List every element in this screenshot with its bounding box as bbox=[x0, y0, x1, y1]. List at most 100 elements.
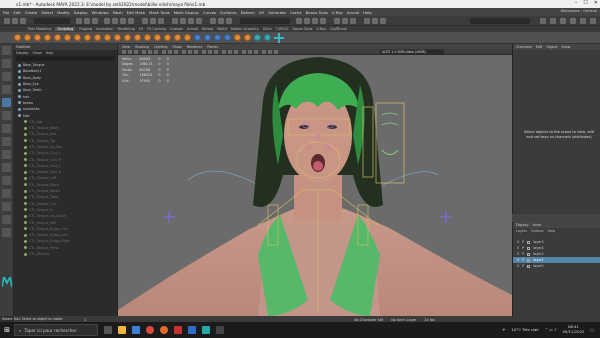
outliner-menu-help[interactable]: Help bbox=[46, 51, 54, 55]
layer-playback-toggle[interactable]: P bbox=[522, 264, 524, 268]
select-tool-icon[interactable] bbox=[2, 46, 11, 55]
channel-box-tab-show[interactable]: Show bbox=[561, 45, 570, 49]
menu-curves[interactable]: Curves bbox=[203, 10, 216, 15]
four-view-icon[interactable] bbox=[2, 150, 11, 159]
invert-freeze-icon[interactable] bbox=[214, 34, 221, 41]
shelf-tab-poly-modeling[interactable]: Poly Modeling bbox=[28, 27, 51, 31]
color-space-label[interactable]: ACES 1.0 SDR-video (sRGB) bbox=[382, 50, 426, 54]
menu-v-ray[interactable]: V-Ray bbox=[332, 10, 343, 15]
outliner-list[interactable]: Base_Tongue BaseBody1 Base_Body Base_Eye Bas… bbox=[14, 62, 117, 257]
menu-windows[interactable]: Windows bbox=[92, 10, 109, 15]
shelf-tab-rigging[interactable]: Rigging bbox=[79, 27, 92, 31]
grab-tool-icon[interactable] bbox=[44, 34, 51, 41]
shelf-tab-bonus-tools[interactable]: Bonus Tools bbox=[293, 27, 313, 31]
smear-tool-icon[interactable] bbox=[154, 34, 161, 41]
shelf-tab-turtle[interactable]: TURTLE bbox=[276, 27, 289, 31]
convert-to-frozen-icon[interactable] bbox=[194, 34, 201, 41]
layer-menu-options[interactable]: Options bbox=[531, 229, 544, 233]
layer-menu-layers[interactable]: Layers bbox=[516, 229, 527, 233]
shelf-tab-fx[interactable]: FX bbox=[139, 27, 143, 31]
wax-tool-icon[interactable] bbox=[114, 34, 121, 41]
menu-bonus-tools[interactable]: Bonus Tools bbox=[306, 10, 328, 15]
unfreeze-all-icon[interactable] bbox=[204, 34, 211, 41]
blend-tool-icon[interactable] bbox=[234, 34, 241, 41]
minimize-icon[interactable]: – bbox=[575, 0, 578, 6]
menu-modify[interactable]: Modify bbox=[57, 10, 70, 15]
freeze-tool-icon[interactable] bbox=[184, 34, 191, 41]
layer-tab-display[interactable]: Display bbox=[516, 223, 529, 227]
layer-list[interactable]: V Player3 V Player4 V Player2 V Player1 V Player5 bbox=[513, 239, 600, 269]
menu-arnold[interactable]: Arnold bbox=[347, 10, 359, 15]
single-view-icon[interactable] bbox=[2, 137, 11, 146]
maya-taskbar-icon[interactable] bbox=[202, 326, 210, 334]
viewport-menu-show[interactable]: Show bbox=[173, 45, 182, 49]
workspace-dropdown[interactable]: Workspace : General bbox=[561, 9, 597, 13]
menu-edit[interactable]: Edit bbox=[13, 10, 20, 15]
menu-file[interactable]: File bbox=[3, 10, 9, 15]
shelf-tab-custom[interactable]: Custom bbox=[170, 27, 183, 31]
menu-uv[interactable]: UV bbox=[259, 10, 264, 15]
menu-surfaces[interactable]: Surfaces bbox=[220, 10, 236, 15]
layer-color-swatch[interactable] bbox=[527, 240, 531, 244]
taskbar-search-input[interactable]: ⌕ Taper ici pour rechercher bbox=[14, 324, 98, 336]
layer-row[interactable]: V Player5 bbox=[513, 263, 600, 269]
layer-visibility-toggle[interactable]: V bbox=[517, 258, 519, 262]
shelf-tab-rendering[interactable]: Rendering bbox=[117, 27, 134, 31]
layer-color-swatch[interactable] bbox=[527, 264, 531, 268]
script-layout-icon[interactable] bbox=[2, 189, 11, 198]
shelf-tab-xgen[interactable]: XGen bbox=[263, 27, 272, 31]
shelf-tab-mash[interactable]: MASH bbox=[217, 27, 227, 31]
persp-layout-icon[interactable] bbox=[2, 202, 11, 211]
stencil-icon[interactable] bbox=[264, 34, 271, 41]
layer-tab-anim[interactable]: Anim bbox=[533, 223, 542, 227]
erase-tool-icon[interactable] bbox=[244, 34, 251, 41]
viewport-menu-panels[interactable]: Panels bbox=[207, 45, 218, 49]
shelf-tab-sculpting[interactable]: Sculpting bbox=[55, 27, 76, 31]
layer-playback-toggle[interactable]: P bbox=[522, 240, 524, 244]
hypershade-icon[interactable] bbox=[2, 215, 11, 224]
file-explorer-icon[interactable] bbox=[118, 326, 126, 334]
weather-text[interactable]: 10°C Très clair bbox=[511, 327, 538, 332]
shelf-tab-motion-graphics[interactable]: Motion Graphics bbox=[231, 27, 259, 31]
viewport-menu-lighting[interactable]: Lighting bbox=[154, 45, 168, 49]
last-tool-icon[interactable] bbox=[2, 124, 11, 133]
status-line-icons[interactable] bbox=[0, 16, 600, 26]
notification-icon[interactable]: ▢ bbox=[590, 327, 594, 332]
outliner-menu-display[interactable]: Display bbox=[16, 51, 29, 55]
shelf-tab-bifrost[interactable]: Bifrost bbox=[202, 27, 213, 31]
layer-color-swatch[interactable] bbox=[527, 258, 531, 262]
menu-mesh[interactable]: Mesh bbox=[113, 10, 123, 15]
menu-cache[interactable]: Cache bbox=[290, 10, 302, 15]
channel-box-tab-edit[interactable]: Edit bbox=[536, 45, 543, 49]
menu-mesh-tools[interactable]: Mesh Tools bbox=[149, 10, 170, 15]
layer-visibility-toggle[interactable]: V bbox=[517, 252, 519, 256]
stamp-icon[interactable] bbox=[254, 34, 261, 41]
media-icon[interactable] bbox=[174, 326, 182, 334]
imprint-tool-icon[interactable] bbox=[104, 34, 111, 41]
layer-visibility-toggle[interactable]: V bbox=[517, 264, 519, 268]
smooth-tool-icon[interactable] bbox=[24, 34, 31, 41]
graph-layout-icon[interactable] bbox=[2, 176, 11, 185]
menu-edit-mesh[interactable]: Edit Mesh bbox=[127, 10, 146, 15]
tray-icons[interactable]: ⌃ ▭ ♪ bbox=[545, 327, 557, 332]
app-icon[interactable] bbox=[216, 326, 224, 334]
outliner-menu-show[interactable]: Show bbox=[33, 51, 42, 55]
layer-visibility-toggle[interactable]: V bbox=[517, 240, 519, 244]
search-tool-icon[interactable] bbox=[2, 228, 11, 237]
knife-tool-icon[interactable] bbox=[144, 34, 151, 41]
outliner-search-input[interactable] bbox=[16, 56, 115, 61]
shelf-tab-v-ray[interactable]: V-Ray bbox=[316, 27, 326, 31]
layer-playback-toggle[interactable]: P bbox=[522, 258, 524, 262]
menu-mesh-display[interactable]: Mesh Display bbox=[174, 10, 199, 15]
lasso-tool-icon[interactable] bbox=[2, 59, 11, 68]
move-tool-icon[interactable] bbox=[274, 32, 284, 43]
menu-deform[interactable]: Deform bbox=[241, 10, 255, 15]
viewport-menu-view[interactable]: View bbox=[122, 45, 130, 49]
shelf-tab-arnold[interactable]: Arnold bbox=[187, 27, 198, 31]
maximize-icon[interactable]: ☐ bbox=[583, 0, 587, 6]
layer-visibility-toggle[interactable]: V bbox=[517, 246, 519, 250]
layer-playback-toggle[interactable]: P bbox=[522, 246, 524, 250]
flatten-tool-icon[interactable] bbox=[64, 34, 71, 41]
layer-color-swatch[interactable] bbox=[527, 246, 531, 250]
mask-icon[interactable] bbox=[224, 34, 231, 41]
